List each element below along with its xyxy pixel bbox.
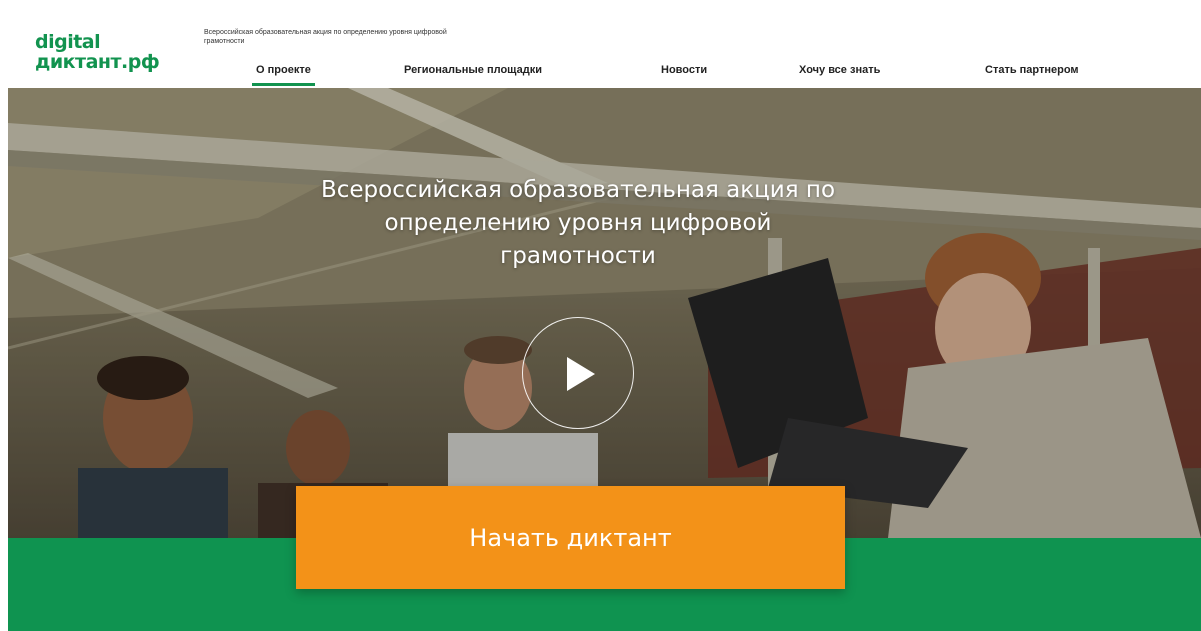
logo-line1: digital: [35, 31, 101, 53]
nav-item-want-to-know[interactable]: Хочу все знать: [799, 64, 880, 76]
play-video-button[interactable]: [522, 317, 634, 429]
hero-title: Всероссийская образовательная акция по о…: [320, 177, 836, 269]
main-nav: О проекте Региональные площадки Новости …: [0, 62, 1201, 88]
site-tagline: Всероссийская образовательная акция по о…: [204, 29, 447, 45]
nav-item-about[interactable]: О проекте: [252, 64, 315, 86]
start-dictation-button[interactable]: Начать диктант: [296, 486, 845, 589]
nav-item-become-partner[interactable]: Стать партнером: [985, 64, 1079, 76]
site-header: digital диктант.рф Всероссийская образов…: [0, 0, 1201, 88]
nav-item-news[interactable]: Новости: [661, 64, 707, 76]
play-icon: [567, 357, 595, 391]
nav-item-regional-venues[interactable]: Региональные площадки: [404, 64, 542, 76]
hero-overlay: [8, 88, 1201, 538]
hero-video[interactable]: Всероссийская образовательная акция по о…: [8, 88, 1201, 538]
